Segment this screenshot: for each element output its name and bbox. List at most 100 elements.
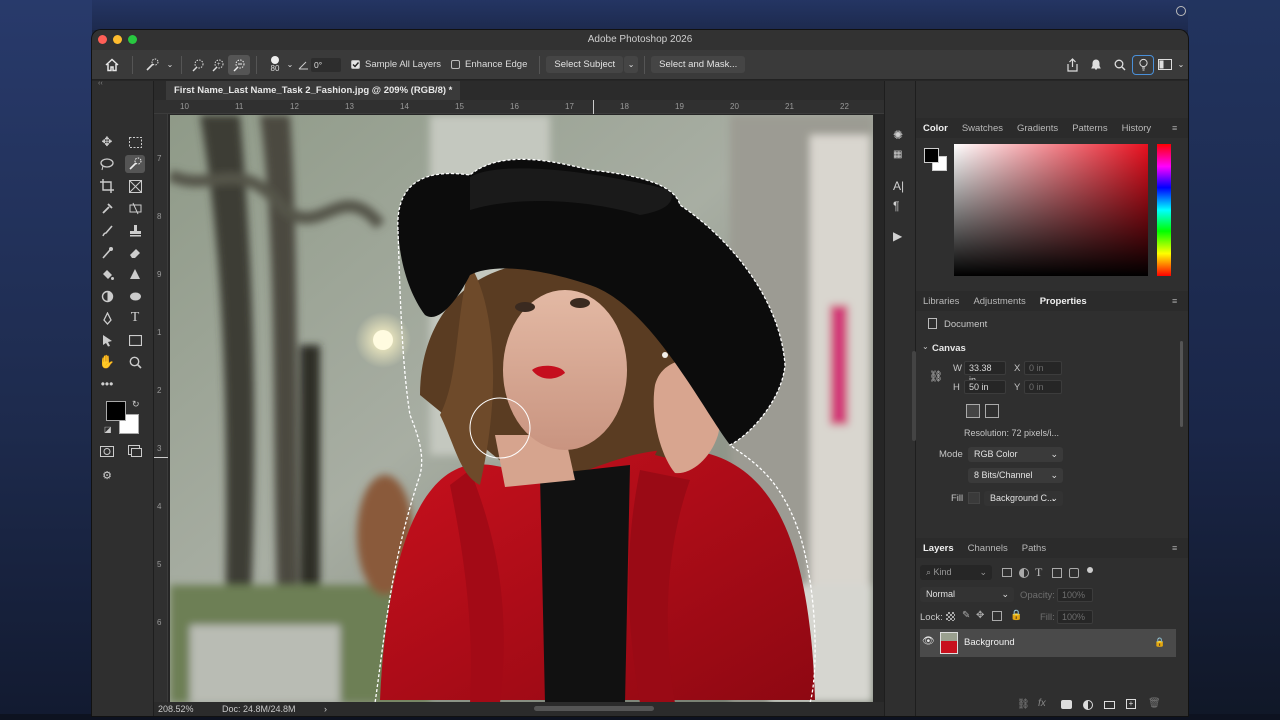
width-field[interactable]: 33.38 in: [964, 361, 1006, 385]
enhance-edge-checkbox[interactable]: [451, 60, 461, 69]
color-field[interactable]: [954, 144, 1148, 276]
filter-adjustment-icon[interactable]: [1019, 568, 1029, 578]
chevron-down-icon[interactable]: ⌄: [1176, 60, 1186, 69]
type-tool-icon[interactable]: T: [125, 309, 145, 327]
filter-type-icon[interactable]: T: [1035, 565, 1042, 580]
new-selection-brush-icon[interactable]: [188, 58, 208, 72]
move-tool-icon[interactable]: ✥: [97, 133, 117, 151]
clone-source-icon[interactable]: ▦: [893, 149, 902, 160]
tab-color[interactable]: Color: [916, 123, 955, 134]
fill-dropdown[interactable]: Background C... ⌄: [984, 491, 1063, 506]
tab-channels[interactable]: Channels: [961, 543, 1015, 554]
sample-all-layers-checkbox[interactable]: [351, 60, 360, 69]
eye-icon[interactable]: 👁: [922, 636, 935, 647]
tab-paths[interactable]: Paths: [1015, 543, 1053, 554]
add-to-selection-brush-icon[interactable]: +: [208, 58, 228, 72]
panel-menu-icon[interactable]: ≡: [1172, 296, 1177, 306]
chevron-right-icon[interactable]: ›: [324, 702, 327, 716]
brush-size-picker[interactable]: 80: [265, 56, 285, 73]
marquee-tool-icon[interactable]: [125, 133, 145, 151]
panel-menu-icon[interactable]: ≡: [1172, 123, 1177, 133]
opacity-field[interactable]: 100%: [1057, 588, 1093, 602]
panel-menu-icon[interactable]: ≡: [1172, 543, 1177, 553]
lock-artboard-icon[interactable]: [992, 611, 1002, 621]
screen-mode-icon[interactable]: [125, 442, 145, 460]
canvas-section-title[interactable]: Canvas: [932, 343, 966, 354]
crop-tool-icon[interactable]: [97, 177, 117, 195]
tab-adjustments[interactable]: Adjustments: [966, 296, 1032, 307]
panel-collapse-icon[interactable]: ‹‹: [98, 80, 103, 87]
link-dimensions-icon[interactable]: ⛓: [929, 370, 943, 383]
select-subject-dropdown-icon[interactable]: ⌄: [624, 56, 639, 73]
eraser-tool-icon[interactable]: [125, 243, 145, 261]
chevron-down-icon[interactable]: ⌄: [922, 342, 929, 351]
new-layer-icon[interactable]: +: [1126, 699, 1136, 709]
rectangle-tool-icon[interactable]: [125, 331, 145, 349]
dodge-tool-icon[interactable]: [97, 287, 117, 305]
paragraph-icon[interactable]: ¶: [893, 199, 899, 213]
character-icon[interactable]: A|: [893, 179, 904, 193]
lock-all-icon[interactable]: 🔒: [1010, 610, 1022, 621]
tab-libraries[interactable]: Libraries: [916, 296, 966, 307]
zoom-level[interactable]: 208.52%: [158, 702, 194, 716]
x-field[interactable]: 0 in: [1024, 361, 1062, 375]
share-icon[interactable]: [1060, 57, 1084, 72]
select-and-mask-button[interactable]: Select and Mask...: [651, 56, 746, 73]
properties-scrollbar[interactable]: [1180, 341, 1183, 427]
close-button[interactable]: [98, 35, 107, 44]
tab-history[interactable]: History: [1115, 123, 1159, 134]
path-selection-tool-icon[interactable]: [97, 331, 117, 349]
hue-slider[interactable]: [1157, 144, 1171, 276]
layer-row-background[interactable]: 👁 Background 🔒: [920, 629, 1176, 657]
new-group-icon[interactable]: [1104, 701, 1115, 709]
mode-dropdown[interactable]: RGB Color ⌄: [968, 447, 1063, 462]
lock-pixels-icon[interactable]: ✎: [962, 610, 970, 621]
desktop-menu-icon[interactable]: [1176, 6, 1186, 16]
default-colors-icon[interactable]: ◪: [104, 425, 112, 434]
delete-layer-icon[interactable]: 🗑: [1148, 698, 1161, 709]
chevron-down-icon[interactable]: ⌄: [165, 60, 175, 69]
landscape-orientation-icon[interactable]: [985, 404, 999, 418]
filter-shape-icon[interactable]: [1052, 568, 1062, 578]
tab-properties[interactable]: Properties: [1033, 296, 1094, 307]
fashion-photo[interactable]: [170, 115, 873, 703]
horizontal-scrollbar[interactable]: [534, 706, 654, 711]
filter-pixel-icon[interactable]: [1002, 568, 1012, 577]
tab-layers[interactable]: Layers: [916, 543, 961, 554]
chevron-down-icon[interactable]: ⌄: [285, 60, 295, 69]
tab-swatches[interactable]: Swatches: [955, 123, 1010, 134]
lock-transparent-icon[interactable]: [946, 612, 955, 621]
tab-patterns[interactable]: Patterns: [1065, 123, 1114, 134]
paint-bucket-tool-icon[interactable]: [97, 265, 117, 283]
eyedropper-tool-icon[interactable]: [97, 199, 117, 217]
zoom-button[interactable]: [128, 35, 137, 44]
lock-position-icon[interactable]: ✥: [976, 610, 984, 621]
discover-lightbulb-icon[interactable]: [1132, 54, 1154, 75]
stamp-tool-icon[interactable]: [125, 221, 145, 239]
bit-depth-dropdown[interactable]: 8 Bits/Channel ⌄: [968, 468, 1063, 483]
brush-tool-icon[interactable]: [97, 221, 117, 239]
add-mask-icon[interactable]: [1061, 700, 1072, 709]
swap-colors-icon[interactable]: ↻: [132, 399, 140, 410]
more-tools-icon[interactable]: •••: [97, 375, 117, 393]
foreground-color-swatch[interactable]: [106, 401, 126, 421]
quick-mask-icon[interactable]: [97, 442, 117, 460]
bell-icon[interactable]: [1084, 58, 1108, 71]
quick-selection-tool-preset-icon[interactable]: [139, 58, 165, 72]
zoom-tool-icon[interactable]: [125, 353, 145, 371]
minimize-button[interactable]: [113, 35, 122, 44]
actions-play-icon[interactable]: ▶: [893, 229, 902, 243]
fill-swatch[interactable]: [968, 492, 980, 504]
blur-tool-icon[interactable]: [125, 265, 145, 283]
layer-filter-kind-dropdown[interactable]: ⌕ Kind ⌄: [920, 565, 992, 580]
hand-tool-icon[interactable]: ✋: [97, 353, 117, 371]
home-icon[interactable]: [98, 57, 126, 72]
tab-gradients[interactable]: Gradients: [1010, 123, 1065, 134]
burn-tool-icon[interactable]: [125, 287, 145, 305]
frame-tool-icon[interactable]: [125, 177, 145, 195]
fill-opacity-field[interactable]: 100%: [1057, 610, 1093, 624]
height-field[interactable]: 50 in: [964, 380, 1006, 394]
y-field[interactable]: 0 in: [1024, 380, 1062, 394]
quick-selection-tool-icon[interactable]: [125, 155, 145, 173]
brush-settings-icon[interactable]: ✺: [893, 128, 903, 142]
